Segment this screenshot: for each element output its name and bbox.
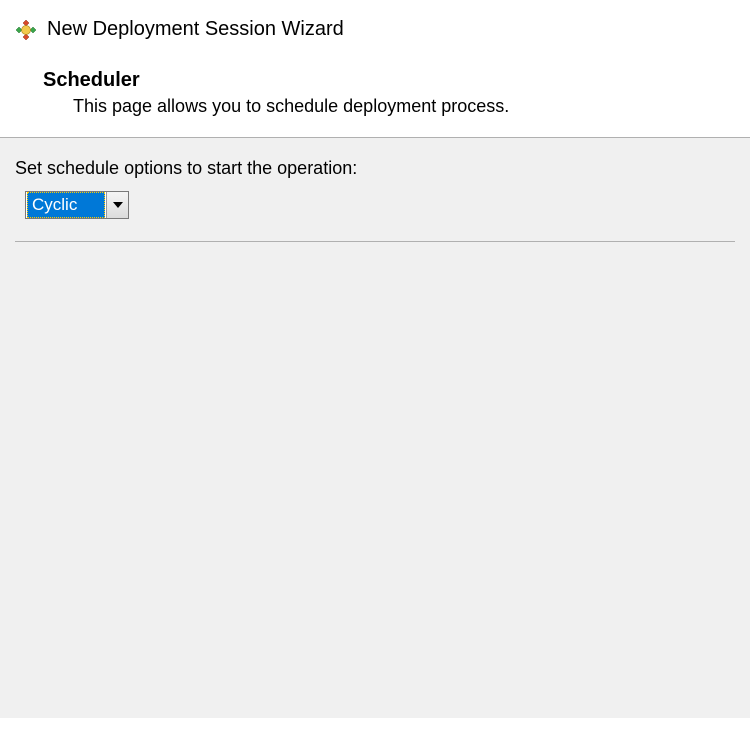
chevron-down-icon xyxy=(113,202,123,208)
wizard-body: Set schedule options to start the operat… xyxy=(0,138,750,718)
wizard-title: New Deployment Session Wizard xyxy=(47,18,344,41)
schedule-options-label: Set schedule options to start the operat… xyxy=(15,158,735,179)
body-divider xyxy=(15,241,735,242)
title-row: New Deployment Session Wizard xyxy=(15,18,735,41)
schedule-dropdown-selected[interactable]: Cyclic xyxy=(27,192,105,218)
wizard-header: New Deployment Session Wizard Scheduler … xyxy=(0,0,750,137)
dropdown-arrow-button[interactable] xyxy=(106,192,128,218)
page-description: This page allows you to schedule deploym… xyxy=(73,96,735,117)
page-heading: Scheduler xyxy=(43,69,735,92)
deployment-wizard-icon xyxy=(15,19,37,41)
schedule-dropdown[interactable]: Cyclic xyxy=(25,191,129,219)
